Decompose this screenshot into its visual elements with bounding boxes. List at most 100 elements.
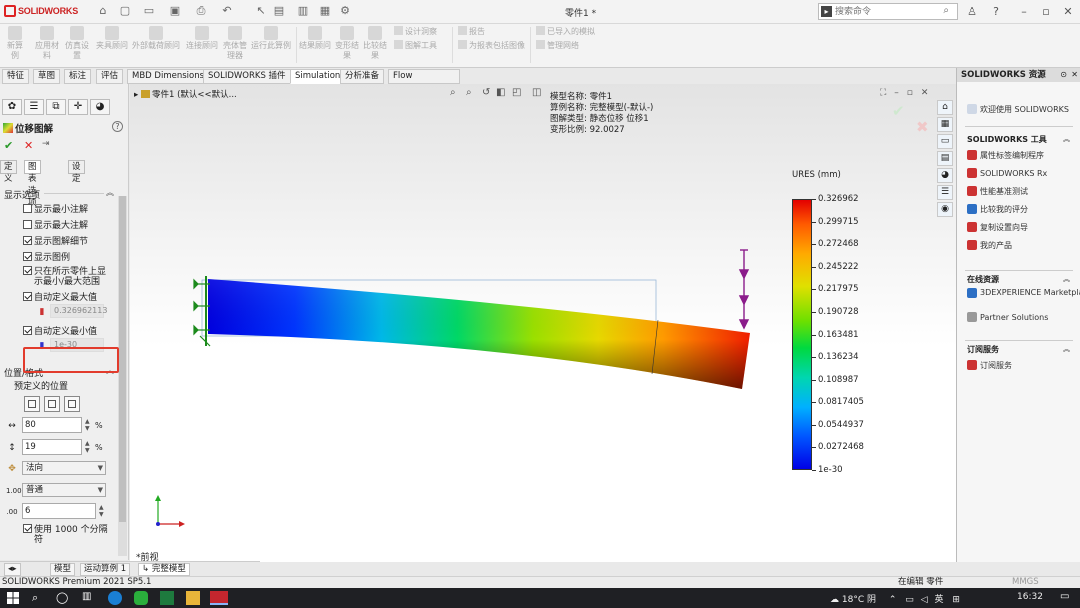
my-products-link[interactable]: 我的产品 xyxy=(967,240,1012,251)
rebuild-icon[interactable]: ▤ xyxy=(272,4,286,18)
system-tray[interactable]: ☁ 18°C 阴 ⌃ ▭ ◁ 英 ⊞ xyxy=(830,592,960,605)
auto-min-checkbox[interactable]: 自动定义最小值 xyxy=(23,324,97,337)
new-study-button[interactable]: 新算例 xyxy=(4,26,26,61)
simulation-setup-button[interactable]: 仿真设置 xyxy=(64,26,90,61)
close-icon[interactable]: ✕ xyxy=(1060,4,1076,20)
search-input[interactable] xyxy=(835,5,935,18)
report-button[interactable]: 报告 xyxy=(458,26,485,37)
solidworks-rx-link[interactable]: SOLIDWORKS Rx xyxy=(967,168,1047,178)
task-view-icon[interactable]: ◯ xyxy=(56,591,70,605)
marketplace-link[interactable]: 3DEXPERIENCE Marketplace xyxy=(967,288,1080,298)
compare-score-link[interactable]: 比较我的评分 xyxy=(967,204,1028,215)
tab-definition[interactable]: 定义 xyxy=(0,160,17,184)
open-folder-icon[interactable]: ▭ xyxy=(142,4,156,18)
excel-icon[interactable] xyxy=(160,591,174,605)
decimal-places-input[interactable]: 6 xyxy=(22,503,96,519)
display-manager-icon[interactable]: ◕ xyxy=(90,99,110,115)
imported-simulation-button[interactable]: 已导入的模拟 xyxy=(536,26,595,37)
task-appearance-icon[interactable]: ◕ xyxy=(937,168,953,183)
collapse-icon[interactable]: ︽ xyxy=(106,187,114,198)
tab-mbd-dimensions[interactable]: MBD Dimensions xyxy=(127,69,210,84)
position-right-button[interactable] xyxy=(64,396,80,412)
partner-solutions-link[interactable]: Partner Solutions xyxy=(967,312,1048,322)
tab-markup[interactable]: 标注 xyxy=(64,69,92,84)
task-properties-icon[interactable]: ☰ xyxy=(937,185,953,200)
previous-view-icon[interactable]: ↺ xyxy=(482,87,490,98)
show-plot-details-checkbox[interactable]: 显示图解细节 xyxy=(23,234,88,247)
position-center-button[interactable] xyxy=(44,396,60,412)
collapse-icon[interactable]: ︽ xyxy=(1063,274,1070,284)
display-style-icon[interactable]: ◫ xyxy=(532,87,541,98)
cancel-x-icon[interactable]: ✕ xyxy=(24,139,33,152)
tray-up-icon[interactable]: ⌃ xyxy=(889,595,897,605)
results-advisor-button[interactable]: 结果顾问 xyxy=(298,26,332,51)
auto-max-checkbox[interactable]: 自动定义最大值 xyxy=(23,290,97,303)
search-icon[interactable]: ⌕ xyxy=(32,591,46,605)
tab-analysis-prep[interactable]: 分析准备 xyxy=(340,69,385,84)
window-icon[interactable]: ▦ xyxy=(318,4,332,18)
tab-settings[interactable]: 设定 xyxy=(68,160,85,184)
tab-evaluate[interactable]: 评估 xyxy=(96,69,124,84)
compare-results-button[interactable]: 比较结果 xyxy=(362,26,388,61)
volume-icon[interactable]: ◁ xyxy=(921,595,928,605)
manage-network-button[interactable]: 管理网络 xyxy=(536,40,579,51)
feature-manager-icon[interactable]: ✿ xyxy=(2,99,22,115)
pushpin-icon[interactable]: ⇥ xyxy=(42,139,50,149)
deformed-result-button[interactable]: 变形结果 xyxy=(334,26,360,61)
task-view-palette-icon[interactable]: ▤ xyxy=(937,151,953,166)
graphics-area[interactable]: ▸ 零件1 (默认<<默认... ⌕ ⌕ ↺ ◧ ◰ ◫ 模型名称: 零件1 算… xyxy=(130,84,956,562)
copy-settings-wizard-link[interactable]: 复制设置向导 xyxy=(967,222,1028,233)
wechat-icon[interactable] xyxy=(134,591,148,605)
zoom-to-fit-icon[interactable]: ⌕ xyxy=(450,87,456,98)
search-menu-icon[interactable]: ▸ xyxy=(821,6,832,17)
x-spinner-icon[interactable]: ▲ ▼ xyxy=(85,418,90,432)
new-file-icon[interactable]: ▢ xyxy=(118,4,132,18)
task-library-icon[interactable]: ▦ xyxy=(937,117,953,132)
external-loads-advisor-button[interactable]: 外部载荷顾问 xyxy=(132,26,180,51)
show-max-annotation-checkbox[interactable]: 显示最大注解 xyxy=(23,218,88,231)
property-tab-builder-link[interactable]: 属性标签编制程序 xyxy=(967,150,1044,161)
subscription-services-link[interactable]: 订阅服务 xyxy=(967,360,1012,371)
run-study-button[interactable]: 运行此算例 xyxy=(250,26,292,51)
nav-arrows-icon[interactable]: ◂▸ xyxy=(4,563,21,576)
show-legend-checkbox[interactable]: 显示图例 xyxy=(23,250,70,263)
help-icon[interactable]: ? xyxy=(112,121,123,132)
save-icon[interactable]: ▣ xyxy=(168,4,182,18)
edge-browser-icon[interactable] xyxy=(108,591,122,605)
task-home-icon[interactable]: ⌂ xyxy=(937,100,953,115)
search-commands-box[interactable]: ▸ ⌕ xyxy=(818,3,958,20)
solidworks-logo[interactable]: SOLIDWORKS xyxy=(4,5,78,17)
confirm-check-icon[interactable]: ✔ xyxy=(892,102,905,120)
design-insight-button[interactable]: 设计洞察 xyxy=(394,26,437,37)
shell-manager-button[interactable]: 壳体管理器 xyxy=(222,26,248,61)
tab-model[interactable]: 模型 xyxy=(50,563,76,576)
ime-grid-icon[interactable]: ⊞ xyxy=(952,595,960,605)
restore-icon[interactable]: ▫ xyxy=(1038,4,1054,20)
pin-icon[interactable]: ⊙ xyxy=(1060,68,1067,82)
windows-start-icon[interactable] xyxy=(6,591,20,605)
plot-tools-button[interactable]: 图解工具 xyxy=(394,40,437,51)
home-icon[interactable]: ⌂ xyxy=(96,4,110,18)
ok-check-icon[interactable]: ✔ xyxy=(4,139,13,152)
notification-icon[interactable]: ▭ xyxy=(1060,591,1074,605)
connections-advisor-button[interactable]: 连接顾问 xyxy=(184,26,220,51)
fixtures-advisor-button[interactable]: 夹具顾问 xyxy=(94,26,130,51)
x-percent-input[interactable]: 80 xyxy=(22,417,82,433)
use-divisions-checkbox[interactable]: 使用 1000 个分隔符 xyxy=(23,524,108,545)
show-min-annotation-checkbox[interactable]: 显示最小注解 xyxy=(23,202,88,215)
close-icon[interactable]: ✕ xyxy=(1071,68,1078,82)
feature-tree-flyout[interactable]: ▸ 零件1 (默认<<默认... xyxy=(134,88,237,100)
number-format-select[interactable]: 普通 ▼ xyxy=(22,483,106,497)
help-icon[interactable]: ? xyxy=(988,4,1004,20)
decimal-spinner-icon[interactable]: ▲ ▼ xyxy=(99,504,104,518)
scrollbar-thumb[interactable] xyxy=(119,196,126,522)
collapse-icon[interactable]: ︽ xyxy=(1063,134,1070,144)
include-image-button[interactable]: 为报表包括图像 xyxy=(458,40,525,51)
position-left-button[interactable] xyxy=(24,396,40,412)
zoom-area-icon[interactable]: ⌕ xyxy=(466,87,472,98)
property-manager-icon[interactable]: ☰ xyxy=(24,99,44,115)
tab-flow-simulation[interactable]: Flow Simulation xyxy=(388,69,460,94)
search-icon[interactable]: ⌕ xyxy=(943,5,949,16)
unit-system-label[interactable]: MMGS xyxy=(1012,577,1039,588)
widgets-icon[interactable]: ▥ xyxy=(82,591,96,605)
